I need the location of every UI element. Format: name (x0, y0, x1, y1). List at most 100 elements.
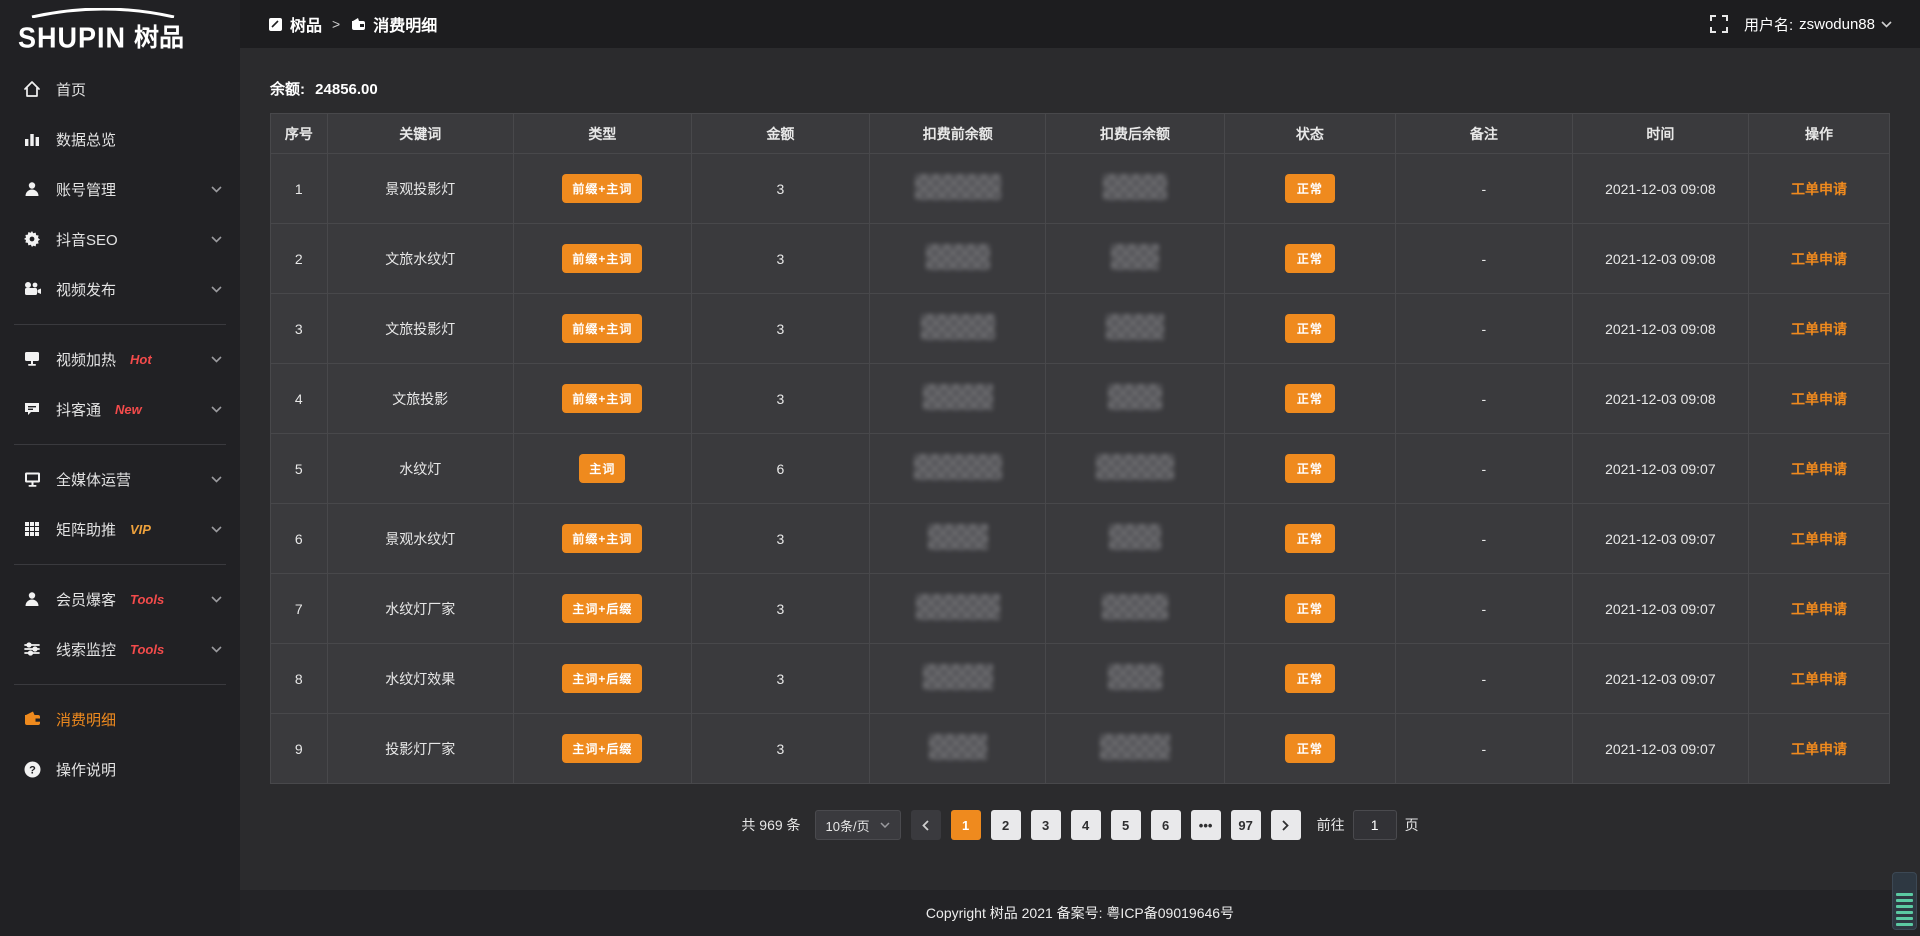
cell-action: 工单申请 (1749, 714, 1890, 784)
ticket-apply-link[interactable]: 工单申请 (1791, 671, 1847, 687)
sidebar-item-label: 线索监控 (56, 639, 116, 660)
cell-time: 2021-12-03 09:08 (1572, 364, 1748, 434)
ticket-apply-link[interactable]: 工单申请 (1791, 321, 1847, 337)
footer: Copyright 树品 2021 备案号: 粤ICP备09019646号 (240, 890, 1920, 936)
ticket-apply-link[interactable]: 工单申请 (1791, 391, 1847, 407)
sidebar-item-label: 抖客通 (56, 399, 101, 420)
ticket-apply-link[interactable]: 工单申请 (1791, 251, 1847, 267)
sidebar-item-6[interactable]: 视频加热Hot (0, 334, 240, 384)
ticket-apply-link[interactable]: 工单申请 (1791, 461, 1847, 477)
cell-balance-before (869, 574, 1045, 644)
floating-widget[interactable] (1892, 872, 1917, 930)
cell-index: 1 (271, 154, 328, 224)
pagination-total: 共 969 条 (741, 815, 800, 835)
cell-index: 2 (271, 224, 328, 294)
sidebar-item-11[interactable]: 线索监控 Tools (0, 624, 240, 674)
sidebar-item-12[interactable]: 消费明细 (0, 694, 240, 744)
sidebar-item-4[interactable]: 抖音SEO (0, 214, 240, 264)
sidebar-item-tag: Tools (130, 642, 164, 657)
cell-type: 前缀+主词 (513, 224, 691, 294)
page-button-3[interactable]: 3 (1031, 810, 1061, 840)
table-row: 8水纹灯效果主词+后缀3正常-2021-12-03 09:07工单申请 (271, 644, 1890, 714)
breadcrumb-current[interactable]: 消费明细 (350, 12, 437, 36)
page-button-97[interactable]: 97 (1231, 810, 1261, 840)
chevron-down-icon (211, 646, 222, 653)
censored-value (1108, 384, 1162, 410)
type-badge: 主词+后缀 (562, 594, 642, 623)
fullscreen-icon[interactable] (1710, 15, 1728, 33)
ticket-apply-link[interactable]: 工单申请 (1791, 181, 1847, 197)
cell-keyword: 水纹灯效果 (327, 644, 513, 714)
sidebar: SHUPIN 树品 首页数据总览账号管理抖音SEO视频发布视频加热Hot抖客通N… (0, 0, 240, 936)
goto-page-input[interactable] (1353, 810, 1397, 840)
sidebar-item-3[interactable]: 账号管理 (0, 164, 240, 214)
cell-remark: - (1396, 364, 1572, 434)
cell-status: 正常 (1224, 504, 1396, 574)
balance-value: 24856.00 (315, 81, 378, 98)
breadcrumb-root[interactable]: 树品 (268, 12, 322, 36)
column-header: 操作 (1749, 114, 1890, 154)
svg-text:?: ? (29, 764, 36, 776)
page-button-5[interactable]: 5 (1111, 810, 1141, 840)
cell-status: 正常 (1224, 714, 1396, 784)
page-button-2[interactable]: 2 (991, 810, 1021, 840)
cell-amount: 6 (691, 434, 869, 504)
cell-action: 工单申请 (1749, 504, 1890, 574)
column-header: 序号 (271, 114, 328, 154)
censored-value (1111, 244, 1159, 270)
home-icon (22, 79, 42, 99)
sidebar-divider (0, 554, 240, 574)
goto-label: 前往 (1317, 815, 1345, 835)
cell-remark: - (1396, 154, 1572, 224)
cell-amount: 3 (691, 154, 869, 224)
cell-keyword: 投影灯厂家 (327, 714, 513, 784)
chevron-down-icon (211, 186, 222, 193)
ticket-apply-link[interactable]: 工单申请 (1791, 531, 1847, 547)
page-button-1[interactable]: 1 (951, 810, 981, 840)
cell-type: 前缀+主词 (513, 294, 691, 364)
cell-amount: 3 (691, 644, 869, 714)
ticket-apply-link[interactable]: 工单申请 (1791, 601, 1847, 617)
cell-keyword: 水纹灯 (327, 434, 513, 504)
page-ellipsis-button[interactable]: ••• (1191, 810, 1221, 840)
cell-status: 正常 (1224, 154, 1396, 224)
next-page-button[interactable] (1271, 810, 1301, 840)
column-header: 关键词 (327, 114, 513, 154)
ticket-apply-link[interactable]: 工单申请 (1791, 741, 1847, 757)
sidebar-item-8[interactable]: 全媒体运营 (0, 454, 240, 504)
cell-remark: - (1396, 504, 1572, 574)
column-header: 金额 (691, 114, 869, 154)
sidebar-item-1[interactable]: 首页 (0, 64, 240, 114)
type-badge: 前缀+主词 (562, 384, 642, 413)
sidebar-item-label: 会员爆客 (56, 589, 116, 610)
cell-balance-before (869, 504, 1045, 574)
sidebar-item-7[interactable]: 抖客通New (0, 384, 240, 434)
prev-page-button[interactable] (911, 810, 941, 840)
sliders-icon (22, 639, 42, 659)
cell-balance-after (1046, 434, 1224, 504)
status-badge: 正常 (1285, 174, 1335, 203)
sidebar-item-2[interactable]: 数据总览 (0, 114, 240, 164)
sidebar-item-5[interactable]: 视频发布 (0, 264, 240, 314)
sidebar-item-9[interactable]: 矩阵助推VIP (0, 504, 240, 554)
cell-action: 工单申请 (1749, 154, 1890, 224)
page-size-select[interactable]: 10条/页 (815, 810, 901, 840)
sidebar-item-label: 矩阵助推 (56, 519, 116, 540)
censored-value (1096, 454, 1174, 480)
chevron-left-icon (922, 820, 929, 831)
cell-time: 2021-12-03 09:08 (1572, 154, 1748, 224)
user-menu[interactable]: 用户名: zswodun88 (1744, 14, 1892, 35)
sidebar-item-label: 首页 (56, 79, 86, 100)
page-button-6[interactable]: 6 (1151, 810, 1181, 840)
chevron-down-icon (211, 236, 222, 243)
type-badge: 主词+后缀 (562, 734, 642, 763)
breadcrumb-root-icon (268, 17, 283, 32)
censored-value (928, 524, 988, 550)
page-button-4[interactable]: 4 (1071, 810, 1101, 840)
table-row: 6景观水纹灯前缀+主词3正常-2021-12-03 09:07工单申请 (271, 504, 1890, 574)
chevron-down-icon (211, 526, 222, 533)
sidebar-item-10[interactable]: 会员爆客Tools (0, 574, 240, 624)
censored-value (916, 594, 1000, 620)
sidebar-item-13[interactable]: ?操作说明 (0, 744, 240, 794)
balance-label: 余额: (270, 81, 305, 98)
